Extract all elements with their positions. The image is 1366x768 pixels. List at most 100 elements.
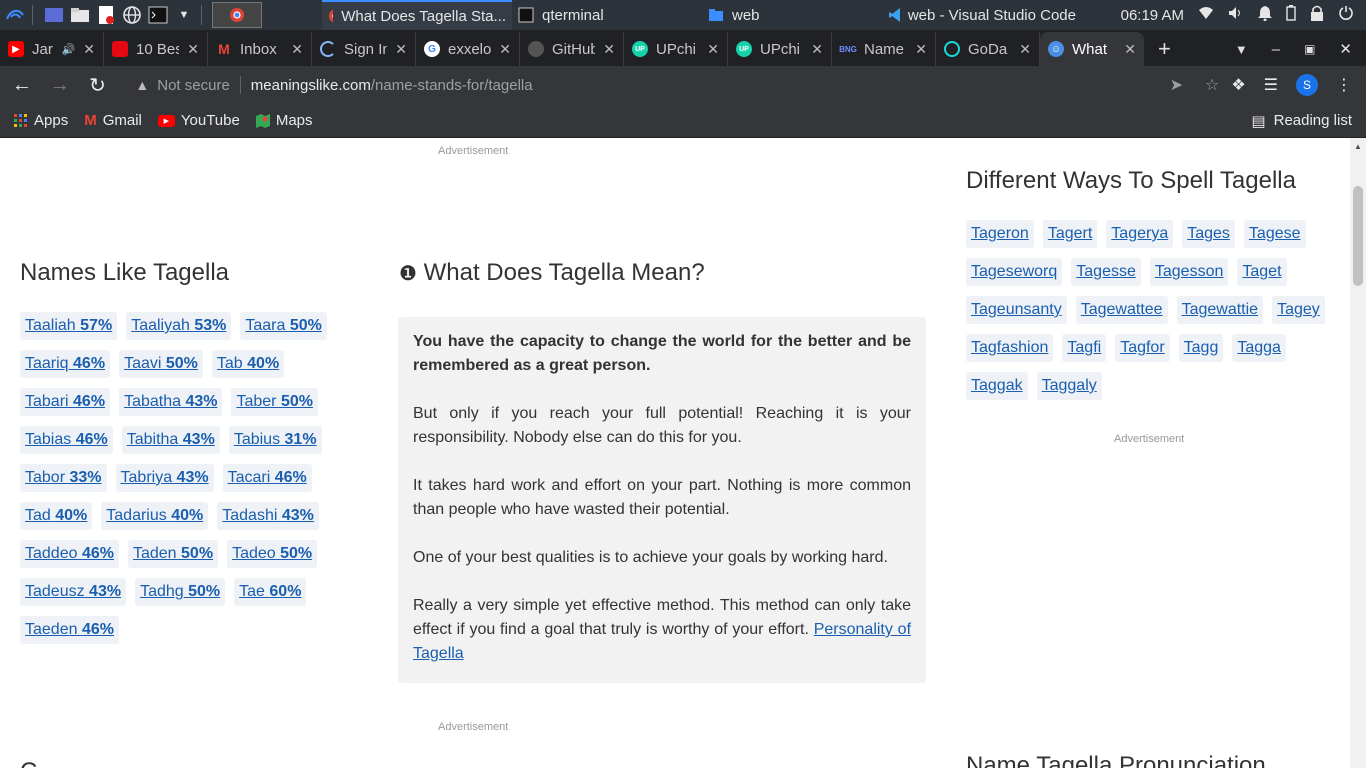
spelling-link[interactable]: Tagfi (1067, 339, 1101, 357)
name-like-link[interactable]: Taara 50% (245, 317, 322, 335)
close-icon[interactable]: ✕ (811, 41, 823, 58)
name-like-chip[interactable]: Taeden 46% (20, 616, 119, 644)
name-like-chip[interactable]: Tab 40% (211, 350, 285, 378)
clock[interactable]: 06:19 AM (1121, 7, 1184, 24)
browser-tab[interactable]: GoDa ✕ (936, 32, 1040, 66)
bookmark-maps[interactable]: Maps (255, 112, 313, 129)
name-like-link[interactable]: Tad 40% (25, 507, 87, 525)
spelling-chip[interactable]: Tagewattie (1176, 296, 1264, 324)
spelling-link[interactable]: Tagg (1184, 339, 1219, 357)
name-like-link[interactable]: Tabriya 43% (121, 469, 209, 487)
close-icon[interactable]: ✕ (707, 41, 719, 58)
name-like-link[interactable]: Taeden 46% (25, 621, 114, 639)
close-icon[interactable]: ✕ (83, 41, 95, 58)
battery-icon[interactable] (1286, 5, 1296, 25)
spelling-chip[interactable]: Tagese (1243, 220, 1306, 248)
name-like-chip[interactable]: Taddeo 46% (20, 540, 119, 568)
name-like-link[interactable]: Tabitha 43% (127, 431, 215, 449)
name-like-chip[interactable]: Tadeo 50% (227, 540, 318, 568)
browser-tab[interactable]: G exxelo ✕ (416, 32, 520, 66)
new-tab-button[interactable]: + (1144, 32, 1185, 66)
chrome-taskbar-icon[interactable] (212, 2, 262, 28)
name-like-chip[interactable]: Tabias 46% (20, 426, 113, 454)
spelling-chip[interactable]: Tagewattee (1075, 296, 1168, 324)
name-like-link[interactable]: Taariq 46% (25, 355, 105, 373)
browser-tab[interactable]: GitHub ✕ (520, 32, 624, 66)
spelling-link[interactable]: Tagert (1048, 225, 1092, 243)
spelling-chip[interactable]: Tagerya (1106, 220, 1174, 248)
bookmark-youtube[interactable]: ▶ YouTube (157, 112, 240, 129)
name-like-link[interactable]: Tab 40% (217, 355, 279, 373)
spelling-chip[interactable]: Tagga (1232, 334, 1286, 362)
spelling-chip[interactable]: Tagey (1272, 296, 1325, 324)
security-label[interactable]: Not secure (157, 77, 230, 94)
browser-tab-active[interactable]: ☺ What ✕ (1040, 32, 1144, 66)
spelling-link[interactable]: Tagfor (1120, 339, 1164, 357)
close-icon[interactable]: ✕ (395, 41, 407, 58)
menu-kebab-icon[interactable]: ⋮ (1336, 75, 1352, 95)
name-like-chip[interactable]: Taavi 50% (119, 350, 203, 378)
extensions-icon[interactable]: ❖ (1231, 75, 1245, 95)
name-like-link[interactable]: Tacari 46% (228, 469, 307, 487)
bookmark-apps[interactable]: Apps (14, 112, 68, 129)
browser-tab[interactable]: UP UPchi ✕ (728, 32, 832, 66)
name-like-chip[interactable]: Tae 60% (234, 578, 307, 606)
name-like-chip[interactable]: Tadhg 50% (135, 578, 226, 606)
taskbar-task-folder[interactable]: web (702, 0, 882, 30)
taskbar-task-browser[interactable]: What Does Tagella Sta... (322, 0, 512, 30)
spelling-link[interactable]: Tagesson (1155, 263, 1224, 281)
spelling-link[interactable]: Taggak (971, 377, 1023, 395)
power-icon[interactable] (1338, 5, 1354, 25)
spelling-link[interactable]: Taggaly (1042, 377, 1097, 395)
name-like-link[interactable]: Taaliyah 53% (131, 317, 226, 335)
spelling-link[interactable]: Tagerya (1111, 225, 1168, 243)
minimize-icon[interactable]: – (1272, 41, 1280, 58)
forward-button[interactable]: → (44, 69, 76, 101)
name-like-link[interactable]: Tabius 31% (234, 431, 317, 449)
wifi-icon[interactable] (1198, 6, 1214, 24)
browser-tab[interactable]: UP UPchi ✕ (624, 32, 728, 66)
name-like-chip[interactable]: Taden 50% (127, 540, 219, 568)
reload-button[interactable]: ↻ (82, 69, 114, 101)
name-like-link[interactable]: Tadeusz 43% (25, 583, 121, 601)
name-like-link[interactable]: Tabatha 43% (124, 393, 217, 411)
close-icon[interactable]: ✕ (603, 41, 615, 58)
browser-tab[interactable]: Sign In ✕ (312, 32, 416, 66)
name-like-chip[interactable]: Taaliah 57% (20, 312, 118, 340)
spelling-link[interactable]: Tagesse (1076, 263, 1136, 281)
spelling-link[interactable]: Tages (1187, 225, 1230, 243)
page-scrollbar[interactable]: ▲ (1350, 138, 1366, 768)
name-like-chip[interactable]: Taber 50% (231, 388, 318, 416)
spelling-chip[interactable]: Tageron (966, 220, 1034, 248)
close-icon[interactable]: ✕ (915, 41, 927, 58)
name-like-link[interactable]: Tadeo 50% (232, 545, 312, 563)
media-control-icon[interactable]: ☰ (1264, 75, 1278, 95)
tab-search-icon[interactable]: ▼ (1235, 42, 1248, 57)
name-like-chip[interactable]: Tabius 31% (228, 426, 322, 454)
close-icon[interactable]: ✕ (1019, 41, 1031, 58)
bookmark-star-icon[interactable]: ☆ (1205, 75, 1219, 95)
browser-tab[interactable]: M Inbox ✕ (208, 32, 312, 66)
spelling-chip[interactable]: Tagesson (1149, 258, 1229, 286)
name-like-link[interactable]: Tae 60% (239, 583, 301, 601)
bookmark-gmail[interactable]: M Gmail (84, 112, 142, 129)
spelling-chip[interactable]: Taget (1237, 258, 1287, 286)
spelling-link[interactable]: Tagewattee (1081, 301, 1163, 319)
spelling-link[interactable]: Tagewattie (1182, 301, 1259, 319)
name-like-link[interactable]: Taden 50% (133, 545, 213, 563)
name-like-chip[interactable]: Tacari 46% (222, 464, 312, 492)
name-like-link[interactable]: Tadashi 43% (222, 507, 314, 525)
spelling-chip[interactable]: Tageunsanty (966, 296, 1067, 324)
spelling-chip[interactable]: Tagg (1178, 334, 1224, 362)
close-icon[interactable]: ✕ (291, 41, 303, 58)
name-like-chip[interactable]: Taaliyah 53% (126, 312, 232, 340)
notification-bell-icon[interactable] (1258, 5, 1272, 25)
scroll-up-arrow-icon[interactable]: ▲ (1354, 142, 1362, 151)
close-icon[interactable]: ✕ (1124, 41, 1136, 58)
name-like-chip[interactable]: Tadashi 43% (217, 502, 319, 530)
spelling-link[interactable]: Tagfashion (971, 339, 1048, 357)
back-button[interactable]: ← (6, 69, 38, 101)
name-like-chip[interactable]: Tadeusz 43% (20, 578, 127, 606)
spelling-chip[interactable]: Tagfor (1115, 334, 1170, 362)
name-like-chip[interactable]: Tadarius 40% (101, 502, 209, 530)
